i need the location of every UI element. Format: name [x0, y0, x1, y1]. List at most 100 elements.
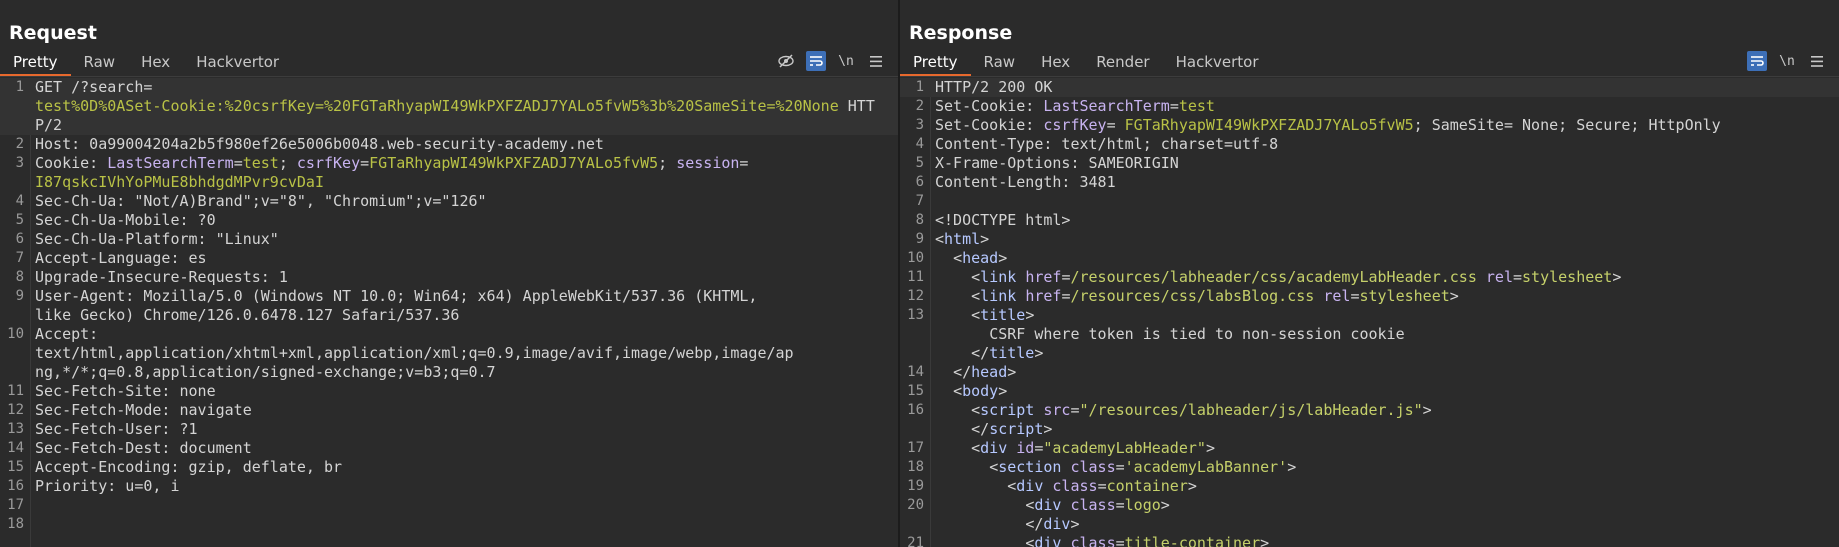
code-line[interactable]: 12 <link href=/resources/css/labsBlog.cs… [900, 287, 1839, 306]
code-line[interactable]: 10 <head> [900, 249, 1839, 268]
code-line[interactable]: 18 [0, 515, 898, 534]
code-line[interactable]: 7 [900, 192, 1839, 211]
response-editor[interactable]: 1 HTTP/2 200 OK 2 Set-Cookie: LastSearchTer… [900, 78, 1839, 547]
code-line[interactable]: 5 Sec-Ch-Ua-Mobile: ?0 [0, 211, 898, 230]
code-line[interactable]: 8 Upgrade-Insecure-Requests: 1 [0, 268, 898, 287]
code-token: id [1016, 439, 1035, 457]
code-line[interactable]: 9 <html> [900, 230, 1839, 249]
code-token: < [935, 230, 945, 248]
code-line[interactable]: 19 <div class=container> [900, 477, 1839, 496]
code-line[interactable]: 6 Sec-Ch-Ua-Platform: "Linux" [0, 230, 898, 249]
line-number: 18 [7, 516, 24, 532]
code-token: csrfKey [296, 154, 361, 172]
request-tab-pretty[interactable]: Pretty [0, 52, 71, 76]
code-line[interactable]: 18 <section class='academyLabBanner'> [900, 458, 1839, 477]
code-line[interactable]: 6 Content-Length: 3481 [900, 173, 1839, 192]
code-line[interactable]: 2 Set-Cookie: LastSearchTerm=test [900, 97, 1839, 116]
response-tab-pretty[interactable]: Pretty [900, 52, 971, 76]
line-number: 21 [907, 535, 924, 547]
request-title: Request [9, 22, 97, 44]
code-line[interactable]: 3 Cookie: LastSearchTerm=test; csrfKey=FG… [0, 154, 898, 192]
line-number: 1 [915, 79, 924, 95]
code-line[interactable]: 15 Accept-Encoding: gzip, deflate, br [0, 458, 898, 477]
line-number: 1 [15, 79, 24, 95]
code-line[interactable]: 17 <div id="academyLabHeader"> [900, 439, 1839, 458]
menu-icon[interactable] [866, 51, 886, 71]
line-text: <div class=container> [930, 477, 1839, 496]
code-line[interactable]: 13 <title> CSRF where token is tied to n… [900, 306, 1839, 363]
code-line[interactable]: 1 HTTP/2 200 OK [900, 78, 1839, 97]
line-number: 2 [15, 136, 24, 152]
code-token: src [1043, 401, 1071, 419]
code-token: < [935, 534, 1035, 547]
line-text: <section class='academyLabBanner'> [930, 458, 1839, 477]
code-line[interactable]: 11 <link href = /resources/labheader/css/a… [900, 268, 1839, 287]
code-line[interactable]: 9 User-Agent: Mozilla/5.0 (Windows NT 10.… [0, 287, 898, 325]
line-text: <link href = /resources/labheader/css/acad… [930, 268, 1839, 287]
code-token: stylesheet [1522, 268, 1613, 286]
request-tab-hex[interactable]: Hex [128, 52, 183, 76]
line-number: 2 [915, 98, 924, 114]
code-token: title [989, 344, 1035, 362]
code-token: head [962, 249, 999, 267]
code-token: Host: 0a99004204a2b5f980ef26e5006b0048.w… [35, 135, 604, 153]
newline-toggle-icon[interactable]: \n [836, 51, 856, 71]
request-tab-hackvertor[interactable]: Hackvertor [183, 52, 292, 76]
line-text: <html> [930, 230, 1839, 249]
code-line[interactable]: 4 Sec-Ch-Ua: "Not/A)Brand";v="8", "Chromi… [0, 192, 898, 211]
code-token: stylesheet [1359, 287, 1450, 305]
code-token: FGTaRhyapWI49WkPXFZADJ7YALo5fvW5 [369, 154, 659, 172]
line-text: Sec-Ch-Ua: "Not/A)Brand";v="8", "Chromiu… [30, 192, 898, 211]
line-number: 13 [7, 421, 24, 437]
code-token: title-container [1124, 534, 1261, 547]
code-line[interactable]: 13 Sec-Fetch-User: ?1 [0, 420, 898, 439]
code-line[interactable]: 5 X-Frame-Options: SAMEORIGIN [900, 154, 1839, 173]
code-line[interactable]: 11 Sec-Fetch-Site: none [0, 382, 898, 401]
code-line[interactable]: 17 [0, 496, 898, 515]
request-tab-raw[interactable]: Raw [71, 52, 129, 76]
code-line[interactable]: 12 Sec-Fetch-Mode: navigate [0, 401, 898, 420]
code-line[interactable]: 16 <script src="/resources/labheader/js/… [900, 401, 1839, 439]
code-line[interactable]: 8 <!DOCTYPE html> [900, 211, 1839, 230]
line-number: 9 [15, 288, 24, 304]
wrap-icon[interactable] [1747, 51, 1767, 71]
eye-slash-icon[interactable] [776, 51, 796, 71]
line-number: 12 [907, 288, 924, 304]
line-number: 9 [915, 231, 924, 247]
code-line[interactable]: 1 GET /?search= test%0D%0ASet-Cookie:%20c… [0, 78, 898, 135]
response-tab-hex[interactable]: Hex [1028, 52, 1083, 76]
request-editor[interactable]: 1 GET /?search= test%0D%0ASet-Cookie:%20c… [0, 78, 898, 547]
response-tab-render[interactable]: Render [1083, 52, 1162, 76]
code-line[interactable]: 16 Priority: u=0, i [0, 477, 898, 496]
response-tab-raw[interactable]: Raw [971, 52, 1029, 76]
code-line[interactable]: 4 Content-Type: text/html; charset=utf-8 [900, 135, 1839, 154]
line-number: 17 [907, 440, 924, 456]
code-line[interactable]: 14 </head> [900, 363, 1839, 382]
response-tab-hackvertor[interactable]: Hackvertor [1163, 52, 1272, 76]
code-line[interactable]: 20 <div class=logo> </div> [900, 496, 1839, 534]
code-token: < [935, 306, 981, 324]
code-line[interactable]: 2 Host: 0a99004204a2b5f980ef26e5006b0048.… [0, 135, 898, 154]
code-token: rel [1323, 287, 1351, 305]
code-line[interactable]: 14 Sec-Fetch-Dest: document [0, 439, 898, 458]
newline-toggle-icon[interactable]: \n [1777, 51, 1797, 71]
code-token: = [1512, 268, 1523, 286]
code-token: Upgrade-Insecure-Requests: 1 [35, 268, 288, 286]
code-line[interactable]: 7 Accept-Language: es [0, 249, 898, 268]
line-number: 3 [15, 155, 24, 171]
menu-icon[interactable] [1807, 51, 1827, 71]
code-line[interactable]: 10 Accept: text/html,application/xhtml+xm… [0, 325, 898, 382]
line-number: 11 [7, 383, 24, 399]
code-line[interactable]: 21 <div class=title-container> [900, 534, 1839, 547]
line-text: Sec-Fetch-Dest: document [30, 439, 898, 458]
code-line[interactable]: 3 Set-Cookie: csrfKey= FGTaRhyapWI49WkPXF… [900, 116, 1839, 135]
code-line[interactable]: 15 <body> [900, 382, 1839, 401]
line-text: <div id="academyLabHeader"> [930, 439, 1839, 458]
code-token: < [935, 249, 963, 267]
code-token: </ [935, 363, 972, 381]
wrap-icon[interactable] [806, 51, 826, 71]
line-number: 20 [907, 497, 924, 513]
code-token: test [242, 154, 279, 172]
code-token: div [1034, 496, 1062, 514]
